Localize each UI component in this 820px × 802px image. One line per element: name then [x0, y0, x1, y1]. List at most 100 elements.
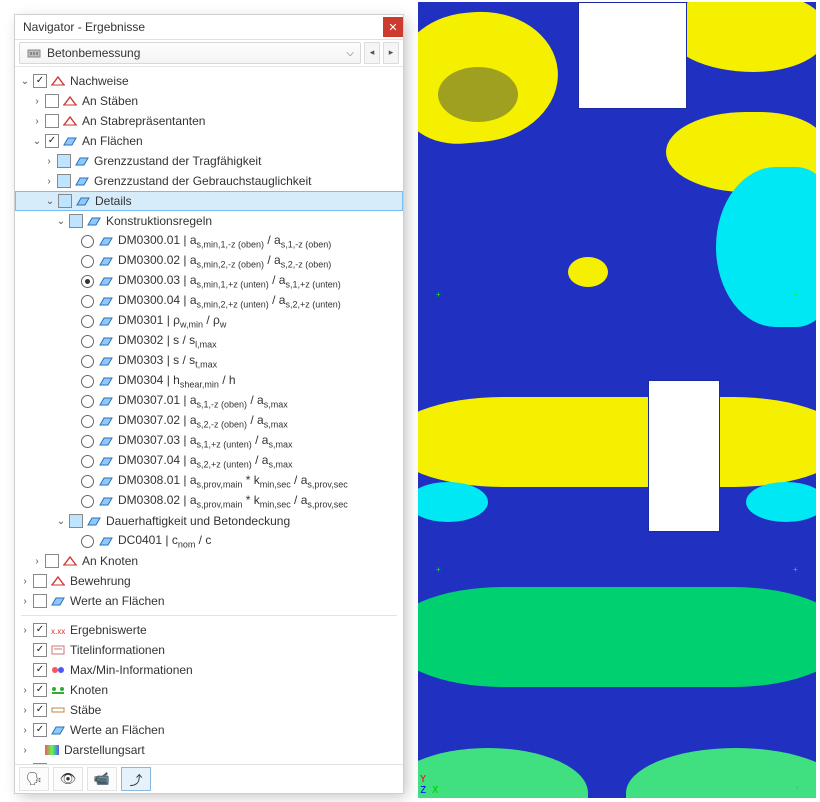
radio[interactable] — [81, 375, 94, 388]
expand-icon[interactable]: ⌄ — [44, 196, 56, 207]
tree-item-dm030801[interactable]: DM0308.01 | as,prov,main * kmin,sec / as… — [15, 471, 403, 491]
tree-item-knoten[interactable]: › ✓ Knoten — [15, 680, 403, 700]
radio[interactable] — [81, 475, 94, 488]
expand-icon[interactable]: › — [31, 116, 43, 127]
tree-item-an-staeben[interactable]: › An Stäben — [15, 91, 403, 111]
radio[interactable] — [81, 255, 94, 268]
tree-item-nachweise[interactable]: ⌄ ✓ Nachweise — [15, 71, 403, 91]
tree-item-gzg[interactable]: › Grenzzustand der Gebrauchstauglichkeit — [15, 171, 403, 191]
tree-item-an-flaechen[interactable]: ⌄ ✓ An Flächen — [15, 131, 403, 151]
tree-item-staebe[interactable]: › ✓ Stäbe — [15, 700, 403, 720]
expand-icon[interactable]: › — [19, 725, 31, 736]
expand-icon[interactable]: › — [19, 596, 31, 607]
radio[interactable] — [81, 295, 94, 308]
tree-item-details[interactable]: ⌄ Details — [15, 191, 403, 211]
radio[interactable] — [81, 355, 94, 368]
tree-item-dm030704[interactable]: DM0307.04 | as,2,+z (unten) / as,max — [15, 451, 403, 471]
checkbox[interactable]: ✓ — [33, 723, 47, 737]
tool-results[interactable]: ⤴ — [121, 767, 151, 791]
node-marker: + — [436, 567, 441, 572]
radio[interactable] — [81, 235, 94, 248]
radio[interactable] — [81, 455, 94, 468]
radio[interactable] — [81, 415, 94, 428]
tree-item-gzt[interactable]: › Grenzzustand der Tragfähigkeit — [15, 151, 403, 171]
tree-item-dm030002[interactable]: DM0300.02 | as,min,2,-z (oben) / as,2,-z… — [15, 251, 403, 271]
radio[interactable] — [81, 275, 94, 288]
tree-item-dauer[interactable]: ⌄ Dauerhaftigkeit und Betondeckung — [15, 511, 403, 531]
checkbox[interactable]: ✓ — [33, 683, 47, 697]
checkbox[interactable] — [45, 554, 59, 568]
checkbox[interactable] — [33, 594, 47, 608]
expand-icon[interactable]: ⌄ — [55, 216, 67, 227]
checkbox[interactable] — [33, 574, 47, 588]
tree-item-dm030702[interactable]: DM0307.02 | as,2,-z (oben) / as,max — [15, 411, 403, 431]
tool-video[interactable]: 📹 — [87, 767, 117, 791]
expand-icon[interactable]: › — [19, 576, 31, 587]
radio[interactable] — [81, 315, 94, 328]
checkbox[interactable]: ✓ — [45, 134, 59, 148]
checkbox[interactable] — [69, 214, 83, 228]
tree-item-werte-fl[interactable]: › Werte an Flächen — [15, 591, 403, 611]
staebe-icon — [50, 703, 66, 717]
expand-icon[interactable]: › — [19, 685, 31, 696]
checkbox[interactable]: ✓ — [33, 703, 47, 717]
checkbox[interactable] — [57, 174, 71, 188]
label: DM0302 | s / sl,max — [115, 333, 217, 349]
expand-icon[interactable]: › — [43, 156, 55, 167]
checkbox[interactable]: ✓ — [33, 643, 47, 657]
expand-icon[interactable]: › — [31, 556, 43, 567]
tool-data[interactable]: 🗣 — [19, 767, 49, 791]
checkbox[interactable] — [57, 154, 71, 168]
tree-item-dm030701[interactable]: DM0307.01 | as,1,-z (oben) / as,max — [15, 391, 403, 411]
expand-icon[interactable]: › — [19, 745, 31, 756]
radio[interactable] — [81, 335, 94, 348]
tree-item-dm0303[interactable]: DM0303 | s / st,max — [15, 351, 403, 371]
tree-item-dm030001[interactable]: DM0300.01 | as,min,1,-z (oben) / as,1,-z… — [15, 231, 403, 251]
checkbox[interactable] — [45, 94, 59, 108]
tree-item-view-werte-fl[interactable]: › ✓ Werte an Flächen — [15, 720, 403, 740]
tree-item-konstrukt[interactable]: ⌄ Konstruktionsregeln — [15, 211, 403, 231]
tree-item-dm0304[interactable]: DM0304 | hshear,min / h — [15, 371, 403, 391]
design-type-combo[interactable]: Betonbemessung ⌵ — [19, 42, 361, 64]
tree-item-titelinfo[interactable]: ✓ Titelinformationen — [15, 640, 403, 660]
surface-icon — [50, 594, 66, 608]
tree-item-dm0301[interactable]: DM0301 | ρw,min / ρw — [15, 311, 403, 331]
checkbox[interactable] — [69, 514, 83, 528]
checkbox[interactable]: ✓ — [33, 623, 47, 637]
tree-item-an-stabrepr[interactable]: › An Stabrepräsentanten — [15, 111, 403, 131]
tree-item-dm030003[interactable]: DM0300.03 | as,min,1,+z (unten) / as,1,+… — [15, 271, 403, 291]
titlebar: Navigator - Ergebnisse ✕ — [15, 15, 403, 40]
expand-icon[interactable]: ⌄ — [55, 516, 67, 527]
region-yellow — [568, 257, 608, 287]
tree-item-bewehrung[interactable]: › Bewehrung — [15, 571, 403, 591]
expand-icon[interactable]: › — [31, 96, 43, 107]
result-plot[interactable]: + + + + + + Y Z X — [418, 2, 816, 798]
expand-icon[interactable]: › — [19, 705, 31, 716]
radio[interactable] — [81, 435, 94, 448]
next-button[interactable]: ▸ — [383, 42, 399, 64]
checkbox[interactable] — [58, 194, 72, 208]
close-icon[interactable]: ✕ — [383, 17, 403, 37]
tree-item-dm030802[interactable]: DM0308.02 | as,prov,main * kmin,sec / as… — [15, 491, 403, 511]
tree-item-dm0302[interactable]: DM0302 | s / sl,max — [15, 331, 403, 351]
tree-item-dm030703[interactable]: DM0307.03 | as,1,+z (unten) / as,max — [15, 431, 403, 451]
expand-icon[interactable]: ⌄ — [19, 76, 31, 87]
tree-item-an-knoten[interactable]: › An Knoten — [15, 551, 403, 571]
checkbox[interactable]: ✓ — [33, 663, 47, 677]
radio[interactable] — [81, 495, 94, 508]
tool-view[interactable]: 👁 — [53, 767, 83, 791]
tree-item-dm030004[interactable]: DM0300.04 | as,min,2,+z (unten) / as,2,+… — [15, 291, 403, 311]
checkbox[interactable] — [45, 114, 59, 128]
tree-item-dc0401[interactable]: DC0401 | cnom / c — [15, 531, 403, 551]
prev-button[interactable]: ◂ — [364, 42, 380, 64]
expand-icon[interactable]: ⌄ — [31, 136, 43, 147]
tree-item-maxmin[interactable]: ✓ Max/Min-Informationen — [15, 660, 403, 680]
tree-item-ergebniswerte[interactable]: › ✓ x.xx Ergebniswerte — [15, 620, 403, 640]
tree-item-darstellung[interactable]: › Darstellungsart — [15, 740, 403, 760]
radio[interactable] — [81, 395, 94, 408]
checkbox[interactable]: ✓ — [33, 74, 47, 88]
expand-icon[interactable]: › — [43, 176, 55, 187]
region-cyan — [746, 482, 816, 522]
expand-icon[interactable]: › — [19, 625, 31, 636]
radio[interactable] — [81, 535, 94, 548]
